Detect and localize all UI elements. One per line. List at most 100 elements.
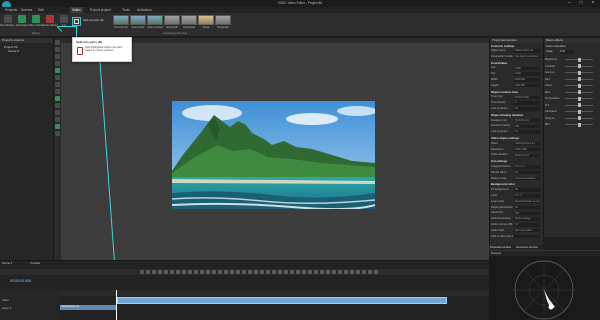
track-name-layer[interactable]: Layer 1 [2, 306, 11, 310]
timeline-tool-button[interactable] [350, 270, 354, 274]
timeline-tool-button[interactable] [176, 270, 180, 274]
effect-slider-handle[interactable] [577, 83, 581, 88]
timeline-tool-button[interactable] [272, 270, 276, 274]
timeline-tab-timeline[interactable]: Timeline [30, 261, 40, 265]
effect-slider-handle[interactable] [577, 122, 581, 127]
timeline-tool-button[interactable] [164, 270, 168, 274]
property-value-field[interactable]: 0 [514, 101, 540, 105]
property-value-field[interactable]: 0; 0; 0 [514, 194, 540, 198]
effect-slider-handle[interactable] [577, 77, 581, 81]
color-correction-toggle[interactable]: Color correction [546, 44, 566, 48]
property-value-field[interactable] [514, 234, 540, 239]
timeline-ruler[interactable] [60, 290, 489, 296]
effect-slider-handle[interactable] [577, 64, 581, 68]
property-value-field[interactable]: 00:00:31.131 [514, 153, 540, 158]
track-name-video[interactable]: Video [2, 298, 9, 302]
property-row: Top 0,000 [491, 72, 541, 76]
property-value-field[interactable]: Show last frame at end [514, 200, 540, 204]
timeline-tool-button[interactable] [332, 270, 336, 274]
effect-slider-handle[interactable] [577, 90, 581, 94]
property-section-header[interactable]: Object drawing duration [491, 113, 541, 117]
effect-slider-handle[interactable] [577, 116, 581, 120]
property-value-field[interactable]: No [514, 188, 540, 192]
property-value-field[interactable]: No [514, 107, 540, 111]
property-value-field[interactable]: 0,0 [514, 223, 540, 227]
timeline-tool-button[interactable] [338, 270, 342, 274]
timeline-tool-button[interactable] [248, 270, 252, 274]
property-section-header[interactable]: Video object settings [491, 136, 541, 140]
timeline-tool-button[interactable] [320, 270, 324, 274]
effect-slider-handle[interactable] [577, 109, 581, 114]
timeline-tool-button[interactable] [266, 270, 270, 274]
property-value-field[interactable]: Islands photo_04 [514, 49, 540, 53]
timeline-tool-button[interactable] [326, 270, 330, 274]
property-value-field[interactable]: 933 [514, 124, 540, 129]
timeline-tool-button[interactable] [236, 270, 240, 274]
timeline-tool-button[interactable] [260, 270, 264, 274]
effect-slider-handle[interactable] [577, 96, 581, 101]
timeline-tool-button[interactable] [290, 270, 294, 274]
timeline-clip-layer[interactable]: Islands photo_04 [60, 305, 116, 310]
timeline-tool-button[interactable] [170, 270, 174, 274]
timeline-tool-button[interactable] [374, 270, 378, 274]
timeline-tool-button[interactable] [308, 270, 312, 274]
timeline-tool-button[interactable] [296, 270, 300, 274]
property-section-header[interactable]: Background color [491, 182, 541, 186]
effect-slider-label: Temperature [545, 97, 560, 100]
timeline-tool-button[interactable] [254, 270, 258, 274]
tab-properties-window[interactable]: Properties window [490, 246, 511, 250]
property-value-field[interactable]: No [514, 130, 540, 134]
property-value-field[interactable]: 1920,000 [514, 78, 540, 82]
tab-resources-window[interactable]: Resources window [516, 246, 538, 250]
timeline-tool-button[interactable] [230, 270, 234, 274]
property-value-field[interactable]: 00:00:31.131 [514, 118, 540, 123]
property-section-header[interactable]: Cut settings [491, 159, 541, 163]
effect-slider-handle[interactable] [577, 70, 581, 75]
timeline-tool-button[interactable] [344, 270, 348, 274]
timeline-tool-button[interactable] [302, 270, 306, 274]
common-settings-header[interactable]: Common settings [491, 44, 541, 48]
timeline-tool-button[interactable] [158, 270, 162, 274]
timeline-tool-button[interactable] [368, 270, 372, 274]
property-value-field[interactable]: Don't use audio [514, 229, 540, 233]
timeline-tab-scene[interactable]: Scene 0 [2, 261, 12, 265]
timeline-clip-video[interactable] [117, 297, 447, 304]
property-value-field[interactable]: Tempo change [514, 217, 540, 221]
property-value-field[interactable]: Linear interpolation [514, 176, 540, 181]
timeline-tool-button[interactable] [356, 270, 360, 274]
property-value-field[interactable]: No [514, 205, 540, 210]
timeline-tool-button[interactable] [284, 270, 288, 274]
property-value-field[interactable]: 100 [514, 211, 540, 216]
timeline-tool-button[interactable] [218, 270, 222, 274]
effect-slider-handle[interactable] [577, 103, 581, 107]
playhead-cursor[interactable] [116, 290, 117, 320]
property-section-header[interactable]: Coordinates [491, 61, 541, 65]
property-value-field[interactable]: No [514, 171, 540, 175]
timeline-tool-button[interactable] [140, 270, 144, 274]
timeline-tool-button[interactable] [206, 270, 210, 274]
timeline-tool-button[interactable] [224, 270, 228, 274]
timeline-tool-button[interactable] [200, 270, 204, 274]
property-value-field[interactable]: 00:00:00.000 [514, 95, 540, 100]
property-section-header[interactable]: Object creation time [491, 90, 541, 94]
angle-input[interactable]: 0,00 [560, 50, 574, 54]
property-value-field[interactable]: 1080,000 [514, 84, 540, 88]
effect-slider-handle[interactable] [577, 57, 581, 62]
property-value-field[interactable]: 0; 0; 0; 0 [514, 165, 540, 169]
timeline-tool-button[interactable] [278, 270, 282, 274]
property-value-field[interactable]: Use layer's properties [514, 55, 540, 59]
timeline-tool-button[interactable] [212, 270, 216, 274]
timeline-tool-button[interactable] [188, 270, 192, 274]
timeline-tool-button[interactable] [194, 270, 198, 274]
property-value-field[interactable]: 1920; 1080 [514, 147, 540, 152]
property-value-field[interactable]: 0,000 [514, 72, 540, 76]
timeline-tool-button[interactable] [152, 270, 156, 274]
timeline-tool-button[interactable] [242, 270, 246, 274]
property-value-field[interactable]: Islands photo.mp4 [514, 142, 540, 146]
property-value-field[interactable]: 0,000 [514, 66, 540, 71]
timeline-tool-button[interactable] [362, 270, 366, 274]
timeline-tool-button[interactable] [182, 270, 186, 274]
timeline-tool-button[interactable] [146, 270, 150, 274]
property-row: Audio track Don't use audio [491, 229, 541, 233]
timeline-tool-button[interactable] [314, 270, 318, 274]
